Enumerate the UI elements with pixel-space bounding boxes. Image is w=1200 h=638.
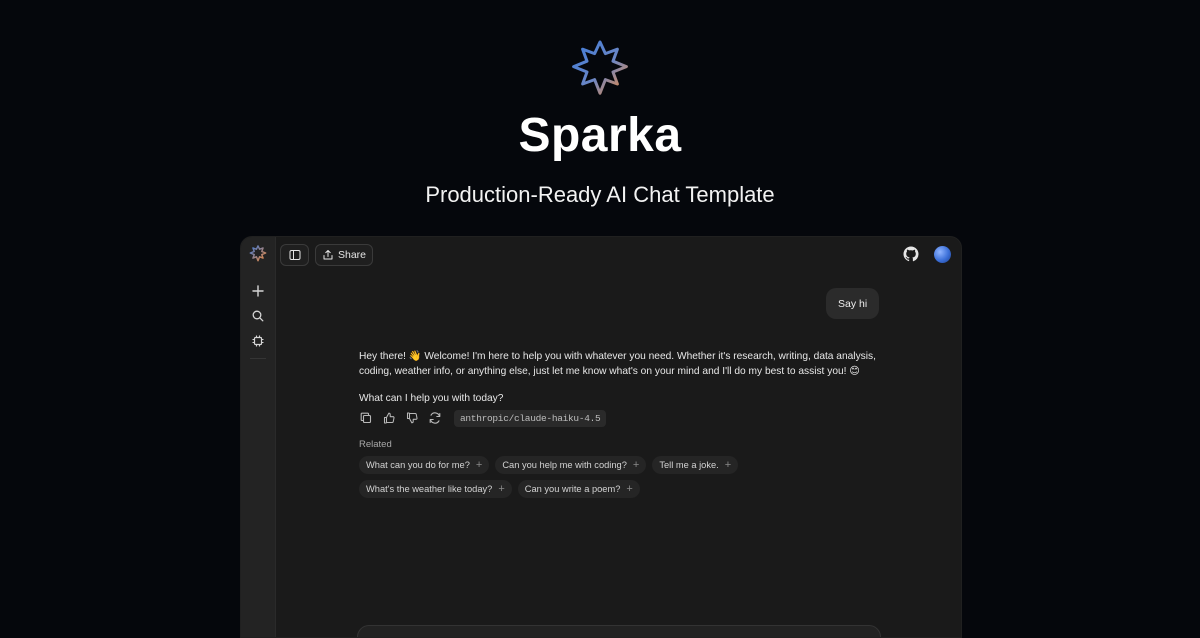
retry-icon[interactable] xyxy=(428,411,442,425)
sparka-logo-icon xyxy=(569,39,631,101)
hero-subtitle: Production-Ready AI Chat Template xyxy=(425,182,775,207)
plus-icon: + xyxy=(724,458,732,471)
sidebar-panel-icon xyxy=(289,250,300,260)
related-suggestion-chip[interactable]: Tell me a joke. + xyxy=(652,456,739,474)
app-window: Share Say hi Hey there! 👋 Welcome! I'm h… xyxy=(240,236,962,638)
user-message-bubble: Say hi xyxy=(826,288,880,319)
share-icon xyxy=(323,250,333,260)
hero-title: Sparka xyxy=(518,109,682,162)
chip-icon[interactable] xyxy=(250,333,266,349)
plus-icon: + xyxy=(475,458,483,471)
plus-icon: + xyxy=(498,482,505,495)
assistant-message-text: Hey there! 👋 Welcome! I'm here to help y… xyxy=(359,351,876,377)
avatar[interactable] xyxy=(934,246,951,263)
app-logo-icon[interactable] xyxy=(249,245,267,263)
related-suggestions: What can you do for me? + Can you help me… xyxy=(359,456,879,498)
related-suggestion-chip[interactable]: What can you do for me? + xyxy=(359,456,490,474)
github-icon[interactable] xyxy=(903,246,919,262)
assistant-question-text: What can I help you with today? xyxy=(359,393,504,404)
related-suggestion-chip[interactable]: Can you write a poem? + xyxy=(517,480,640,498)
message-actions: anthropic/claude-haiku-4.5 xyxy=(359,409,607,427)
message-composer[interactable] xyxy=(357,625,881,637)
copy-icon[interactable] xyxy=(359,411,373,425)
share-button[interactable]: Share xyxy=(315,244,373,266)
assistant-message: Hey there! 👋 Welcome! I'm here to help y… xyxy=(359,349,879,406)
thumbs-up-icon[interactable] xyxy=(382,411,396,425)
user-message-text: Say hi xyxy=(838,297,868,310)
thumbs-down-icon[interactable] xyxy=(405,411,419,425)
search-icon[interactable] xyxy=(250,308,266,324)
related-suggestion-chip[interactable]: What's the weather like today? + xyxy=(359,480,512,498)
rail-divider xyxy=(250,358,266,359)
related-suggestion-chip[interactable]: Can you help me with coding? + xyxy=(495,456,647,474)
sidebar-toggle-button[interactable] xyxy=(280,244,309,266)
plus-icon: + xyxy=(626,482,633,495)
plus-icon: + xyxy=(632,458,640,471)
share-label: Share xyxy=(337,249,367,261)
icon-rail xyxy=(241,237,276,637)
related-label: Related xyxy=(359,439,392,450)
new-chat-plus-icon[interactable] xyxy=(250,283,266,299)
model-badge: anthropic/claude-haiku-4.5 xyxy=(454,409,607,427)
